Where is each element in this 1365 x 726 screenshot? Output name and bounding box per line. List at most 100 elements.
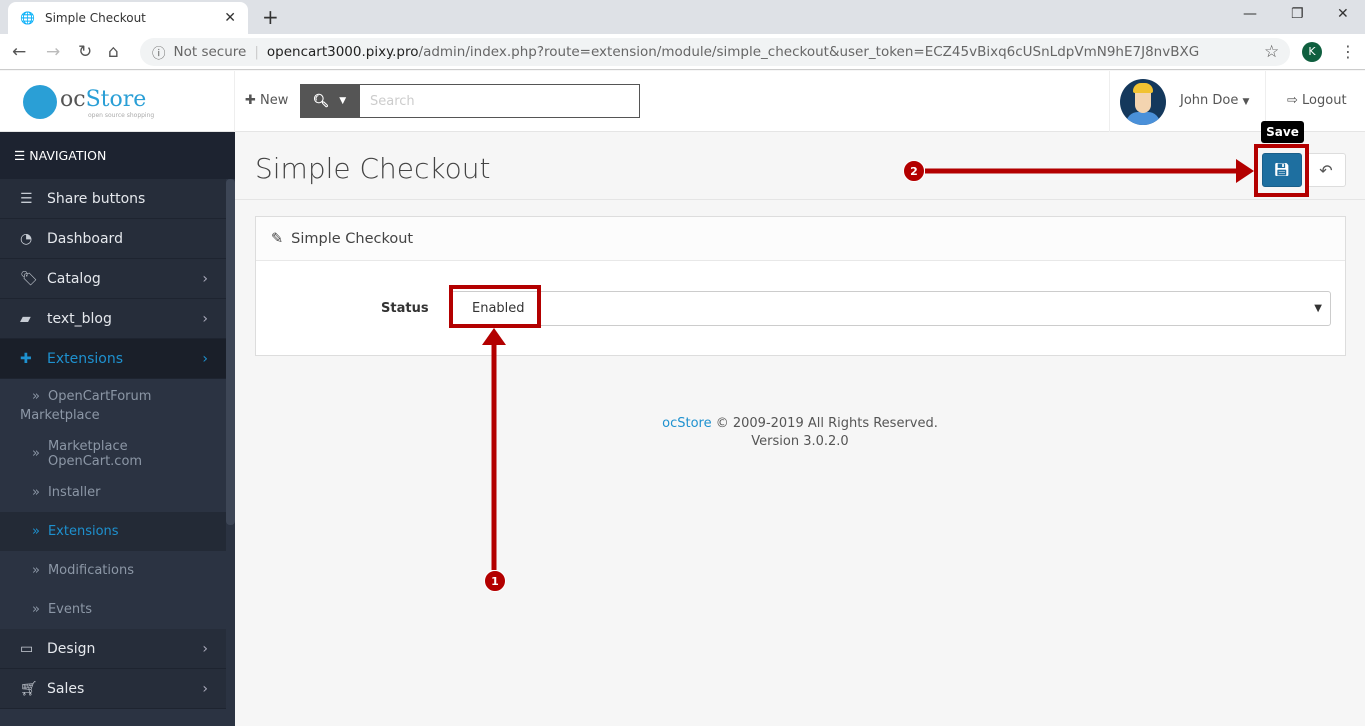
address-bar-row: ← → ↻ ⌂ ⓘ Not secure | opencart3000.pixy.pr… (0, 34, 1365, 70)
navigation-heading: ☰ NAVIGATION (0, 132, 235, 179)
back-button[interactable]: ↶ (1306, 153, 1346, 187)
item-label: Extensions (47, 524, 119, 539)
step-badge-1: 1 (484, 570, 506, 592)
page-header: Simple Checkout (235, 132, 1365, 200)
url-input[interactable]: ⓘ Not secure | opencart3000.pixy.pro/admin/… (140, 38, 1290, 66)
copyright: © 2009-2019 All Rights Reserved. (711, 416, 938, 431)
item-label: Events (47, 602, 92, 617)
step-badge-2: 2 (903, 160, 925, 182)
browser-tab[interactable]: 🌐 Simple Checkout ✕ (8, 2, 248, 34)
item-label: Design (47, 640, 96, 657)
item-label: Marketplace OpenCart.com (47, 438, 143, 469)
new-tab-button[interactable]: + (262, 5, 279, 29)
close-window-button[interactable]: ✕ (1337, 6, 1349, 22)
close-tab-icon[interactable]: ✕ (224, 10, 236, 26)
item-label: Installer (47, 485, 101, 500)
reload-icon[interactable]: ↻ (78, 42, 92, 62)
user-menu[interactable]: John Doe ▼ (1109, 71, 1266, 132)
page-title: Simple Checkout (255, 152, 491, 185)
url-host: opencart3000.pixy.pro (266, 44, 419, 60)
sidebar-item-extensions[interactable]: ✚ Extensions › (0, 339, 226, 379)
floppy-disk-icon: 💾︎ (1273, 162, 1291, 178)
browser-menu-icon[interactable]: ⋮ (1340, 42, 1356, 61)
status-value: Enabled (472, 301, 525, 316)
sign-out-icon: ⇨ (1287, 93, 1298, 108)
double-chevron-icon: » (32, 485, 40, 500)
dashboard-icon: ◔ (20, 230, 33, 247)
item-label: Extensions (47, 350, 124, 367)
security-label: Not secure (173, 44, 247, 60)
search-input[interactable]: Search (359, 84, 640, 118)
item-label: Modifications (47, 563, 134, 578)
panel-title: Simple Checkout (291, 230, 414, 247)
sidebar-subitem-events[interactable]: » Events (0, 590, 226, 629)
bookmark-star-icon[interactable]: ☆ (1264, 42, 1279, 62)
bars-icon: ☰ (14, 148, 26, 163)
caret-down-icon: ▼ (339, 96, 347, 106)
caret-down-icon: ▼ (1242, 97, 1250, 107)
sidebar-item-share-buttons[interactable]: ☰ Share buttons (0, 179, 226, 219)
avatar (1120, 79, 1166, 125)
browser-tab-bar: 🌐 Simple Checkout ✕ + — ❐ ✕ (0, 0, 1365, 34)
save-button[interactable]: 💾︎ (1262, 153, 1302, 187)
list-icon: ☰ (20, 190, 33, 207)
double-chevron-icon: » (32, 389, 40, 404)
caret-down-icon: ▼ (1314, 303, 1322, 314)
profile-avatar[interactable]: K (1302, 42, 1322, 62)
double-chevron-icon: » (32, 563, 40, 578)
restore-button[interactable]: ❐ (1291, 6, 1304, 22)
item-label: Share buttons (47, 190, 146, 207)
version: Version 3.0.2.0 (751, 434, 849, 449)
sidebar-subitem-extensions[interactable]: » Extensions (0, 512, 226, 551)
forward-icon[interactable]: → (46, 42, 60, 62)
back-icon[interactable]: ← (12, 42, 26, 62)
double-chevron-icon: » (32, 446, 40, 461)
item-label: Sales (47, 680, 85, 697)
chevron-right-icon: › (202, 310, 208, 327)
footer-brand-link[interactable]: ocStore (662, 416, 711, 431)
double-chevron-icon: » (32, 524, 40, 539)
search-type-button[interactable]: 🔍︎ ▼ (300, 84, 359, 118)
cart-icon: 🛒︎ (20, 680, 38, 697)
home-icon[interactable]: ⌂ (108, 42, 119, 62)
sidebar-subitem-modifications[interactable]: » Modifications (0, 551, 226, 590)
new-label: New (260, 93, 289, 108)
tags-icon: 🏷︎ (20, 270, 38, 287)
chevron-right-icon: › (202, 680, 208, 697)
sidebar-item-text-blog[interactable]: ▰ text_blog › (0, 299, 226, 339)
sidebar-item-design[interactable]: ▭ Design › (0, 629, 226, 669)
search-icon: 🔍︎ (312, 93, 330, 109)
sidebar-item-dashboard[interactable]: ◔ Dashboard (0, 219, 226, 259)
sidebar-item-catalog[interactable]: 🏷︎ Catalog › (0, 259, 226, 299)
double-chevron-icon: » (32, 602, 40, 617)
save-tooltip: Save (1261, 121, 1304, 143)
user-name: John Doe (1180, 93, 1239, 108)
plus-icon: ✚ (245, 93, 256, 108)
book-icon: ▰ (20, 310, 31, 327)
tab-title: Simple Checkout (44, 11, 146, 25)
puzzle-icon: ✚ (20, 350, 32, 367)
chevron-right-icon: › (202, 270, 208, 287)
admin-header: ocStore open source shopping ✚ New 🔍︎ ▼ Se… (0, 71, 1365, 132)
logout-button[interactable]: ⇨ Logout (1287, 93, 1347, 108)
new-button[interactable]: ✚ New (245, 93, 288, 108)
sidebar: ☰ NAVIGATION ☰ Share buttons ◔ Dashboard 🏷︎… (0, 132, 235, 726)
sidebar-subitem-marketplace[interactable]: » Marketplace OpenCart.com (0, 434, 226, 473)
sidebar-scrollbar[interactable] (226, 179, 235, 525)
logo[interactable]: ocStore open source shopping (0, 71, 235, 132)
desktop-icon: ▭ (20, 640, 34, 657)
item-label: text_blog (47, 310, 112, 327)
panel-heading: ✎ Simple Checkout (256, 217, 1345, 261)
item-label: Catalog (47, 270, 101, 287)
minimize-button[interactable]: — (1243, 6, 1257, 22)
info-icon: ⓘ (152, 46, 166, 62)
item-label: Dashboard (47, 230, 123, 247)
status-label: Status (381, 301, 429, 316)
chevron-right-icon: › (202, 350, 208, 367)
sidebar-item-sales[interactable]: 🛒︎ Sales › (0, 669, 226, 709)
reply-icon: ↶ (1319, 160, 1333, 180)
footer: ocStore © 2009-2019 All Rights Reserved.… (235, 415, 1365, 451)
status-select[interactable]: Enabled ▼ (451, 291, 1331, 326)
sidebar-subitem-installer[interactable]: » Installer (0, 473, 226, 512)
sidebar-subitem-opencartforum[interactable]: » OpenCartForum Marketplace (0, 379, 226, 434)
